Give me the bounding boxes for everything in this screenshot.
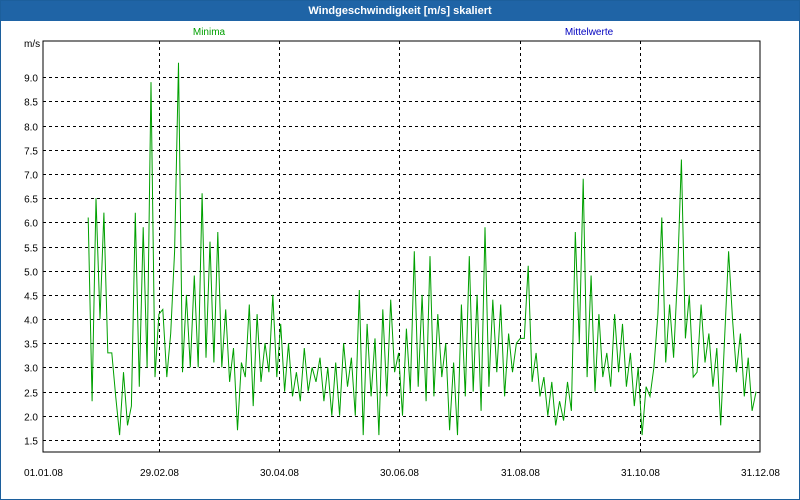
y-tick-label: 5.5 <box>24 244 38 255</box>
y-tick-label: 4.5 <box>24 292 38 303</box>
y-tick-label: 7.5 <box>24 147 38 158</box>
series-line-minima <box>87 62 757 436</box>
y-tick-label: 8.0 <box>24 123 38 134</box>
y-tick-label: 1.5 <box>24 437 38 448</box>
legend-mittelwerte: Mittelwerte <box>565 27 614 38</box>
tick-labels: 1.5 2.0 2.5 3.0 3.5 4.0 4.5 5.0 5.5 6.0 6.5 7.0 7.5 8… <box>24 74 780 480</box>
x-tick-label: 31.08.08 <box>501 468 540 479</box>
y-tick-label: 7.0 <box>24 171 38 182</box>
y-tick-label: 8.5 <box>24 98 38 109</box>
y-tick-label: 4.0 <box>24 316 38 327</box>
x-tick-label: 31.12.08 <box>741 468 780 479</box>
y-tick-label: 3.0 <box>24 364 38 375</box>
y-axis-unit: m/s <box>24 39 40 50</box>
y-tick-label: 6.5 <box>24 195 38 206</box>
x-tick-label: 01.01.08 <box>24 468 63 479</box>
window-title: Windgeschwindigkeit [m/s] skaliert <box>1 1 799 21</box>
y-tick-label: 2.0 <box>24 413 38 424</box>
legend-minima: Minima <box>193 27 226 38</box>
x-tick-label: 30.04.08 <box>260 468 299 479</box>
y-tick-label: 9.0 <box>24 74 38 85</box>
y-tick-label: 2.5 <box>24 389 38 400</box>
line-chart: Minima Mittelwerte m/s 1.5 2.0 2.5 3.0 3.5 4.… <box>24 27 780 480</box>
x-tick-label: 29.02.08 <box>140 468 179 479</box>
y-tick-label: 5.0 <box>24 268 38 279</box>
y-tick-label: 6.0 <box>24 219 38 230</box>
y-tick-label: 3.5 <box>24 340 38 351</box>
x-tick-label: 30.06.08 <box>380 468 419 479</box>
x-tick-label: 31.10.08 <box>621 468 660 479</box>
